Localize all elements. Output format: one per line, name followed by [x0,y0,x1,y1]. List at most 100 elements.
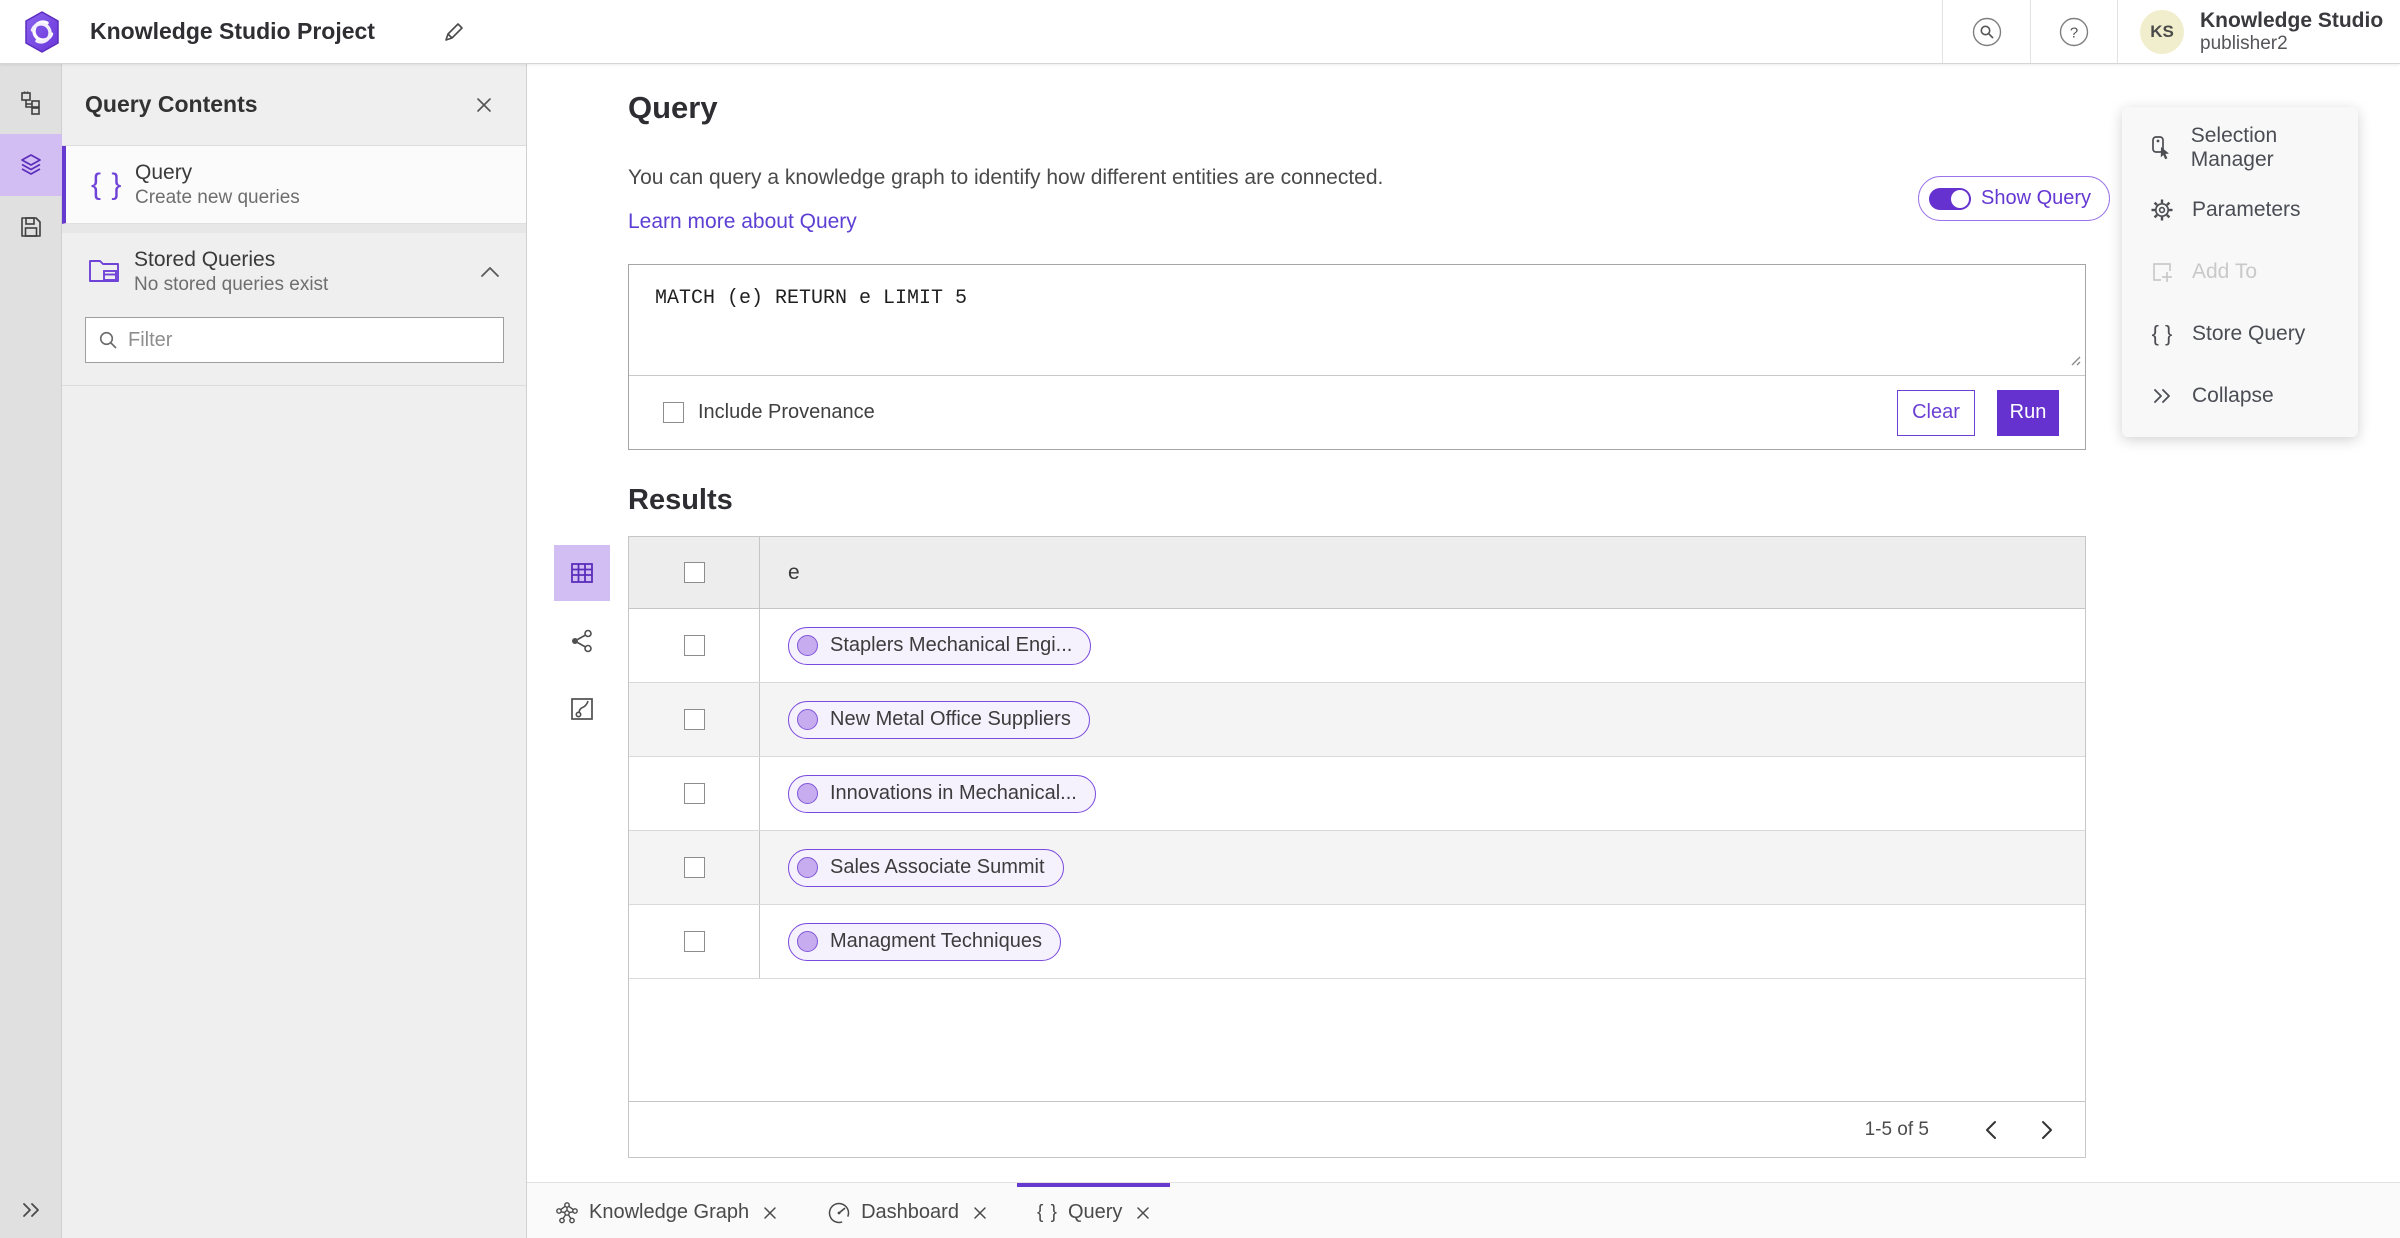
top-bar: Knowledge Studio Project ? KS Knowledge … [0,0,2400,64]
tab-knowledge-graph[interactable]: Knowledge Graph [535,1183,797,1238]
add-to-button: Add To [2122,241,2358,303]
row-checkbox[interactable] [683,783,705,804]
table-row[interactable]: New Metal Office Suppliers [629,683,2085,757]
close-tab-button[interactable] [763,1206,777,1220]
svg-text:?: ? [2070,24,2078,41]
table-row[interactable]: Staplers Mechanical Engi... [629,609,2085,683]
tab-label: Knowledge Graph [589,1201,750,1223]
close-tab-button[interactable] [973,1206,987,1220]
close-tab-button[interactable] [1136,1206,1150,1220]
query-description: You can query a knowledge graph to ident… [628,166,1384,189]
left-icon-rail [0,64,62,1238]
query-contents-panel: Query Contents { } Query Create new quer… [62,64,527,1238]
rail-item-contents[interactable] [0,134,62,196]
close-icon [477,97,491,112]
entity-dot-icon [797,931,818,952]
entity-dot-icon [797,783,818,804]
selection-manager-button[interactable]: Selection Manager [2122,117,2358,179]
table-row[interactable]: Innovations in Mechanical... [629,757,2085,831]
query-editor-panel: MATCH (e) RETURN e LIMIT 5 Include Prove… [628,264,2086,450]
table-view-icon [571,563,593,583]
next-page-button[interactable] [2025,1110,2069,1150]
knowledge-studio-logo-icon [20,10,64,54]
toggle-switch[interactable] [1929,187,1971,210]
table-pagination: 1-5 of 5 [629,1101,2085,1157]
clear-button[interactable]: Clear [1897,389,1975,436]
user-menu[interactable]: Knowledge Studio publisher2 [2200,9,2400,54]
previous-page-button[interactable] [1969,1110,2013,1150]
table-row[interactable]: Sales Associate Summit [629,831,2085,905]
entity-pill[interactable]: Innovations in Mechanical... [788,774,1096,813]
query-item-sublabel: Create new queries [135,186,300,208]
entity-pill[interactable]: Staplers Mechanical Engi... [788,626,1092,665]
entity-label: Innovations in Mechanical... [830,782,1077,804]
filter-input[interactable] [128,328,491,352]
map-route-icon [571,698,593,720]
header-checkbox-cell [629,537,760,608]
tab-query[interactable]: { } Query [1016,1183,1171,1238]
rail-item-data-model[interactable] [0,72,62,134]
collapse-stored-queries-button[interactable] [480,266,500,278]
row-checkbox[interactable] [683,709,705,730]
close-icon [1137,1206,1150,1219]
parameters-button[interactable]: Parameters [2122,179,2358,241]
show-query-toggle[interactable]: Show Query [1918,176,2111,221]
include-provenance-checkbox[interactable] [663,402,684,423]
section-divider [62,224,526,233]
braces-icon: { } [91,167,123,201]
row-checkbox[interactable] [683,635,705,656]
expand-rail-button[interactable] [0,1190,62,1230]
app-name: Knowledge Studio [2200,9,2384,33]
map-view-button[interactable] [554,681,610,737]
double-chevron-right-icon [23,1203,39,1217]
table-empty-space [629,979,2085,1101]
braces-icon: { } [1036,1201,1058,1223]
panel-header: Query Contents [62,64,526,146]
braces-icon: { } [2151,321,2173,346]
sidebar-item-query[interactable]: { } Query Create new queries [62,146,526,224]
table-view-button[interactable] [554,545,610,601]
stored-queries-sublabel: No stored queries exist [134,274,329,295]
collapse-panel-button[interactable]: Collapse [2122,365,2358,427]
chevron-up-icon [481,267,499,277]
avatar[interactable]: KS [2140,9,2184,54]
resize-grip[interactable] [2068,353,2082,372]
store-query-label: Store Query [2192,322,2306,345]
topbar-actions: ? KS Knowledge Studio publisher2 [1942,0,2400,63]
search-button[interactable] [1942,0,2030,63]
entity-pill[interactable]: Sales Associate Summit [788,848,1064,887]
entity-pill[interactable]: Managment Techniques [788,922,1061,961]
tab-label: Dashboard [861,1201,959,1223]
user-name: publisher2 [2200,32,2288,54]
add-to-icon [2148,260,2176,284]
rail-item-save[interactable] [0,196,62,258]
view-tab-bar: Knowledge Graph Dashboard {} Query [527,1182,2400,1238]
panel-title: Query Contents [85,91,258,117]
share-network-icon [572,629,592,653]
row-checkbox[interactable] [683,931,705,952]
link-chart-view-button[interactable] [554,613,610,669]
entity-dot-icon [797,635,818,656]
data-model-icon [21,91,40,115]
page-title: Query [628,90,718,125]
close-panel-button[interactable] [468,89,500,121]
entity-pill[interactable]: New Metal Office Suppliers [788,700,1090,739]
learn-more-link[interactable]: Learn more about Query [628,210,857,234]
table-row[interactable]: Managment Techniques [629,905,2085,979]
layers-icon [21,154,41,175]
help-button[interactable]: ? [2030,0,2118,63]
edit-title-button[interactable] [437,15,471,49]
row-checkbox[interactable] [683,857,705,878]
run-button[interactable]: Run [1997,389,2059,436]
query-text: MATCH (e) RETURN e LIMIT 5 [655,287,968,310]
include-provenance-label: Include Provenance [698,401,875,423]
add-to-label: Add To [2192,260,2257,283]
query-input[interactable]: MATCH (e) RETURN e LIMIT 5 [629,265,2085,375]
sidebar-item-stored-queries[interactable]: Stored Queries No stored queries exist [62,233,526,311]
query-item-label: Query [135,160,193,184]
toggle-label: Show Query [1981,187,2092,209]
select-all-checkbox[interactable] [683,562,705,583]
tab-dashboard[interactable]: Dashboard [807,1183,1007,1238]
store-query-button[interactable]: { } Store Query [2122,303,2358,365]
stored-queries-label: Stored Queries [134,248,276,271]
